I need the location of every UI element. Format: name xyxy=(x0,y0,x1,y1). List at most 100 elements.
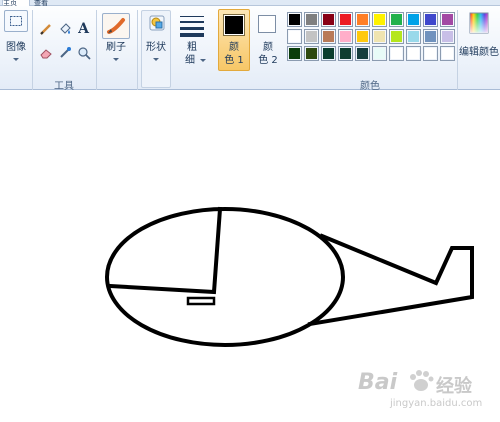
brushes-label: 刷子 xyxy=(106,42,126,53)
palette-swatch-color xyxy=(425,31,436,42)
magnifier-tool[interactable] xyxy=(75,44,92,61)
palette-swatch[interactable] xyxy=(304,29,319,44)
palette-swatch[interactable] xyxy=(406,29,421,44)
color-picker-icon xyxy=(59,46,71,58)
palette-swatch-color xyxy=(442,48,453,59)
palette-swatch[interactable] xyxy=(338,12,353,27)
palette-swatch[interactable] xyxy=(372,46,387,61)
palette-swatch-color xyxy=(357,31,368,42)
palette-swatch[interactable] xyxy=(406,12,421,27)
colors-group-label: 颜色 xyxy=(360,81,380,92)
eraser-icon xyxy=(39,48,52,58)
palette-swatch-color xyxy=(289,48,300,59)
body-inner-lines xyxy=(107,206,223,295)
palette-swatch[interactable] xyxy=(372,12,387,27)
shapes-icon xyxy=(149,15,165,31)
palette-swatch-color xyxy=(425,48,436,59)
palette-swatch[interactable] xyxy=(440,12,455,27)
pencil-icon xyxy=(39,23,51,35)
select-button[interactable] xyxy=(4,10,28,32)
palette-swatch[interactable] xyxy=(389,29,404,44)
watermark-brand-jingyan: 经验 xyxy=(436,376,472,397)
palette-swatch[interactable] xyxy=(355,29,370,44)
palette-swatch-color xyxy=(425,14,436,25)
brushes-button[interactable] xyxy=(102,13,130,39)
palette-swatch[interactable] xyxy=(423,46,438,61)
palette-swatch-color xyxy=(408,14,419,25)
brush-icon xyxy=(107,18,125,34)
shapes-icon-wrap xyxy=(148,14,166,32)
edit-colors-button[interactable]: 编辑颜色 xyxy=(458,10,500,72)
palette-swatch-color xyxy=(323,31,334,42)
color1-label-line1: 颜 xyxy=(229,42,239,53)
brushes-dropdown-icon[interactable] xyxy=(113,58,119,61)
shapes-label: 形状 xyxy=(146,42,166,53)
group-separator xyxy=(137,10,138,90)
palette-swatch[interactable] xyxy=(440,29,455,44)
fill-bucket-icon xyxy=(59,22,71,34)
select-rect-icon xyxy=(10,16,22,26)
helicopter-body xyxy=(105,207,345,347)
pencil-tool[interactable] xyxy=(37,20,54,37)
palette-swatch-color xyxy=(442,14,453,25)
color1-label-line2: 色 1 xyxy=(224,55,244,66)
palette-swatch[interactable] xyxy=(423,29,438,44)
palette-swatch-color xyxy=(391,48,402,59)
palette-swatch[interactable] xyxy=(355,12,370,27)
eraser-tool[interactable] xyxy=(37,44,54,61)
palette-swatch[interactable] xyxy=(287,46,302,61)
palette-swatch-color xyxy=(357,14,368,25)
tools-group-label: 工具 xyxy=(54,81,74,92)
color2-swatch-frame xyxy=(258,15,276,33)
palette-swatch-color xyxy=(391,14,402,25)
text-icon: A xyxy=(78,20,89,37)
palette-swatch-color xyxy=(374,48,385,59)
color2-label-line1: 颜 xyxy=(263,42,273,53)
palette-swatch[interactable] xyxy=(389,12,404,27)
palette-swatch[interactable] xyxy=(304,12,319,27)
palette-swatch[interactable] xyxy=(287,12,302,27)
palette-swatch-color xyxy=(289,31,300,42)
palette-swatch[interactable] xyxy=(321,29,336,44)
palette-swatch[interactable] xyxy=(287,29,302,44)
palette-swatch[interactable] xyxy=(304,46,319,61)
palette-swatch-color xyxy=(289,14,300,25)
palette-swatch-color xyxy=(442,31,453,42)
skid-rect xyxy=(186,296,216,306)
group-separator xyxy=(96,10,97,90)
palette-swatch-color xyxy=(391,31,402,42)
palette-swatch[interactable] xyxy=(321,46,336,61)
palette-swatch[interactable] xyxy=(440,46,455,61)
palette-swatch[interactable] xyxy=(423,12,438,27)
palette-swatch[interactable] xyxy=(372,29,387,44)
palette-swatch-color xyxy=(323,48,334,59)
ribbon: 图像 A 工具 刷子 形状 粗 细 颜 色 1 颜 色 2 颜色 编辑颜色 xyxy=(0,6,500,92)
palette-swatch-color xyxy=(340,48,351,59)
palette-swatch[interactable] xyxy=(321,12,336,27)
color1-swatch-frame xyxy=(223,14,245,36)
palette-swatch-color xyxy=(306,48,317,59)
palette-swatch[interactable] xyxy=(355,46,370,61)
palette-swatch-color xyxy=(357,48,368,59)
paw-logo-icon xyxy=(410,370,434,391)
image-dropdown-icon[interactable] xyxy=(13,58,19,61)
size-button[interactable] xyxy=(176,10,208,72)
text-tool[interactable]: A xyxy=(75,20,92,37)
color-picker-tool[interactable] xyxy=(56,44,73,61)
palette-swatch-color xyxy=(408,48,419,59)
fill-tool[interactable] xyxy=(56,20,73,37)
palette-swatch-color xyxy=(340,31,351,42)
watermark-brand: Bai xyxy=(358,370,398,395)
palette-swatch-color xyxy=(374,14,385,25)
palette-swatch[interactable] xyxy=(406,46,421,61)
palette-swatch-color xyxy=(306,31,317,42)
palette-swatch-color xyxy=(340,14,351,25)
shapes-dropdown-icon[interactable] xyxy=(153,58,159,61)
palette-swatch[interactable] xyxy=(389,46,404,61)
watermark: Bai 经验 jingyan.baidu.com xyxy=(352,368,492,414)
color-wheel-icon xyxy=(469,12,489,34)
palette-swatch-color xyxy=(374,31,385,42)
color2-swatch xyxy=(260,17,274,31)
palette-swatch[interactable] xyxy=(338,46,353,61)
palette-swatch[interactable] xyxy=(338,29,353,44)
